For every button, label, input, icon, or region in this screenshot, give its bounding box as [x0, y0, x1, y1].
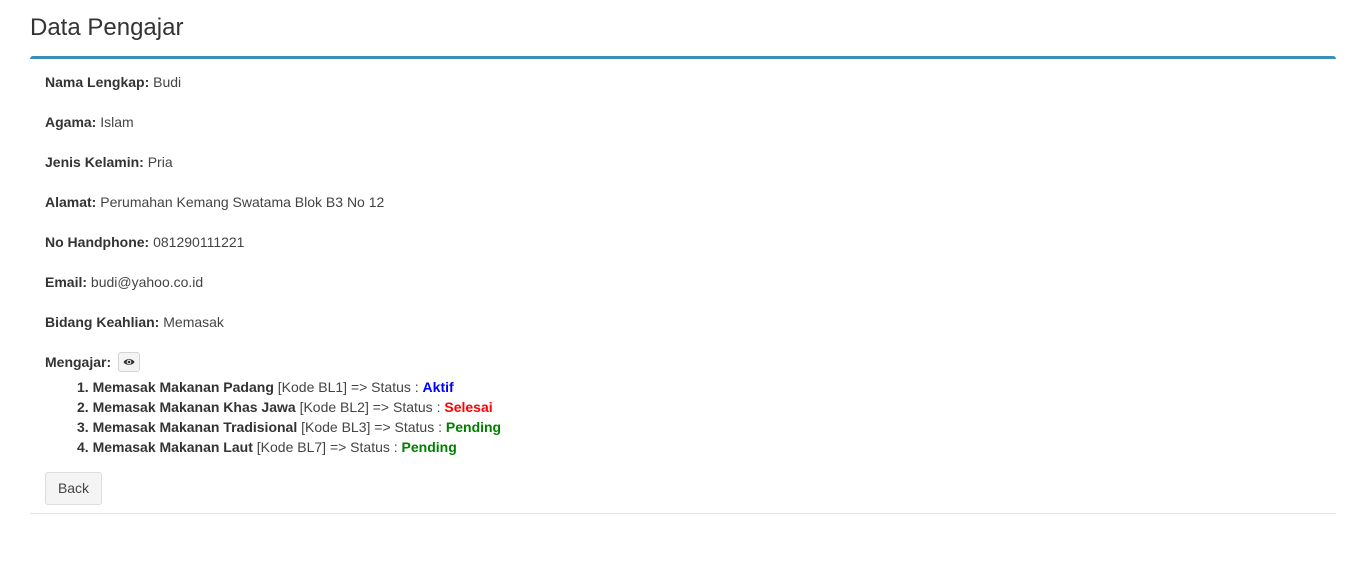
status-prefix: => Status : — [372, 399, 441, 415]
field-label: Alamat: — [45, 194, 97, 210]
course-code: [Kode BL1] — [277, 379, 348, 395]
field-nama-lengkap: Nama Lengkap: Budi — [45, 73, 181, 91]
field-value: Perumahan Kemang Swatama Blok B3 No 12 — [100, 194, 385, 210]
field-label: Jenis Kelamin: — [45, 154, 144, 170]
field-value: 081290111221 — [153, 234, 245, 250]
field-label: No Handphone: — [45, 234, 150, 250]
field-value: Islam — [100, 114, 134, 130]
field-label: Bidang Keahlian: — [45, 314, 160, 330]
field-label: Mengajar: — [45, 354, 112, 370]
field-agama: Agama: Islam — [45, 113, 134, 131]
course-code: [Kode BL7] — [256, 439, 327, 455]
field-email: Email: budi@yahoo.co.id — [45, 273, 203, 291]
list-item: 3. Memasak Makanan Tradisional [Kode BL3… — [77, 417, 501, 437]
mengajar-list: 1. Memasak Makanan Padang [Kode BL1] => … — [77, 377, 501, 457]
item-number: 2. — [77, 399, 89, 415]
status-prefix: => Status : — [350, 379, 419, 395]
field-jenis-kelamin: Jenis Kelamin: Pria — [45, 153, 173, 171]
back-button[interactable]: Back — [45, 472, 102, 505]
list-item: 1. Memasak Makanan Padang [Kode BL1] => … — [77, 377, 501, 397]
item-number: 3. — [77, 419, 89, 435]
item-number: 4. — [77, 439, 89, 455]
field-bidang-keahlian: Bidang Keahlian: Memasak — [45, 313, 224, 331]
item-number: 1. — [77, 379, 89, 395]
status-badge: Pending — [401, 439, 457, 455]
toggle-mengajar-button[interactable] — [118, 352, 141, 373]
field-value: Memasak — [163, 314, 224, 330]
field-value: Pria — [147, 154, 173, 170]
field-value: Budi — [153, 74, 182, 90]
list-item: 2. Memasak Makanan Khas Jawa [Kode BL2] … — [77, 397, 501, 417]
field-no-handphone: No Handphone: 081290111221 — [45, 233, 244, 251]
field-label: Nama Lengkap: — [45, 74, 150, 90]
field-alamat: Alamat: Perumahan Kemang Swatama Blok B3… — [45, 193, 384, 211]
status-badge: Selesai — [444, 399, 493, 415]
field-value: budi@yahoo.co.id — [90, 274, 204, 290]
field-label: Agama: — [45, 114, 97, 130]
course-name: Memasak Makanan Padang — [92, 379, 274, 395]
status-badge: Pending — [445, 419, 502, 435]
status-prefix: => Status : — [329, 439, 398, 455]
list-item: 4. Memasak Makanan Laut [Kode BL7] => St… — [77, 437, 501, 457]
status-prefix: => Status : — [374, 419, 442, 435]
field-label: Email: — [45, 274, 88, 290]
course-code: [Kode BL2] — [299, 399, 369, 415]
course-name: Memasak Makanan Khas Jawa — [92, 399, 296, 415]
course-name: Memasak Makanan Tradisional — [92, 419, 298, 435]
detail-box: Nama Lengkap: Budi Agama: Islam Jenis Ke… — [30, 56, 1336, 514]
status-badge: Aktif — [422, 379, 454, 395]
course-code: [Kode BL3] — [301, 419, 371, 435]
field-mengajar: Mengajar: — [45, 352, 141, 373]
course-name: Memasak Makanan Laut — [92, 439, 253, 455]
eye-icon — [123, 359, 135, 366]
page-title: Data Pengajar — [30, 14, 184, 41]
